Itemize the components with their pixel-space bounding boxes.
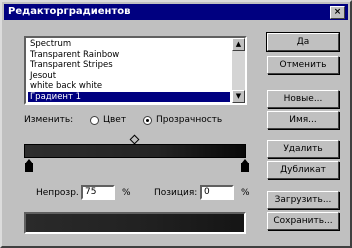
opacity-stop-right[interactable] bbox=[241, 159, 249, 172]
close-icon: × bbox=[333, 7, 342, 17]
ok-button[interactable]: Да bbox=[266, 32, 340, 52]
opacity-label: Непрозр. bbox=[36, 188, 79, 198]
up-arrow-icon: ▲ bbox=[235, 40, 242, 48]
title-bar: Редакторградиентов × bbox=[4, 4, 348, 20]
list-item[interactable]: Spectrum bbox=[28, 39, 230, 50]
load-button[interactable]: Загрузить... bbox=[267, 191, 339, 209]
list-item-selected[interactable]: Градиент 1 bbox=[28, 91, 230, 102]
list-item[interactable]: Jesout bbox=[28, 71, 230, 82]
list-item[interactable]: white back white bbox=[28, 81, 230, 92]
cancel-button[interactable]: Отменить bbox=[267, 56, 339, 74]
adjust-label: Изменить: bbox=[24, 115, 74, 125]
opacity-stop-left[interactable] bbox=[25, 159, 33, 172]
new-button[interactable]: Новые... bbox=[267, 90, 339, 108]
list-item[interactable]: Transparent Stripes bbox=[28, 60, 230, 71]
list-item[interactable]: Transparent Rainbow bbox=[28, 50, 230, 61]
delete-button[interactable]: Удалить bbox=[267, 140, 339, 158]
save-button[interactable]: Сохранить... bbox=[267, 212, 339, 230]
close-button[interactable]: × bbox=[330, 6, 345, 19]
midpoint-marker[interactable] bbox=[129, 134, 140, 145]
location-label: Позиция: bbox=[154, 188, 198, 198]
gradient-list-items: Spectrum Transparent Rainbow Transparent… bbox=[28, 39, 230, 102]
radio-color[interactable] bbox=[90, 116, 99, 125]
rename-button[interactable]: Имя... bbox=[267, 111, 339, 129]
duplicate-button[interactable]: Дубликат bbox=[267, 161, 339, 179]
opacity-input[interactable]: 75 bbox=[81, 185, 115, 200]
radio-color-label[interactable]: Цвет bbox=[103, 115, 126, 125]
gradient-bar[interactable] bbox=[24, 144, 246, 158]
scroll-down-button[interactable]: ▼ bbox=[232, 90, 245, 103]
radio-transparency[interactable] bbox=[143, 116, 152, 125]
scroll-up-button[interactable]: ▲ bbox=[232, 38, 245, 51]
window-title: Редакторградиентов bbox=[8, 6, 131, 17]
opacity-unit: % bbox=[122, 188, 131, 198]
list-scrollbar[interactable]: ▲ ▼ bbox=[232, 38, 245, 103]
gradient-preview bbox=[24, 212, 246, 234]
location-input[interactable]: 0 bbox=[200, 185, 234, 200]
location-unit: % bbox=[241, 188, 250, 198]
gradient-list[interactable]: Spectrum Transparent Rainbow Transparent… bbox=[24, 36, 247, 105]
down-arrow-icon: ▼ bbox=[235, 92, 242, 100]
radio-transparency-label[interactable]: Прозрачность bbox=[156, 115, 222, 125]
gradient-editor-window: Редакторградиентов × Spectrum Transparen… bbox=[0, 0, 352, 248]
